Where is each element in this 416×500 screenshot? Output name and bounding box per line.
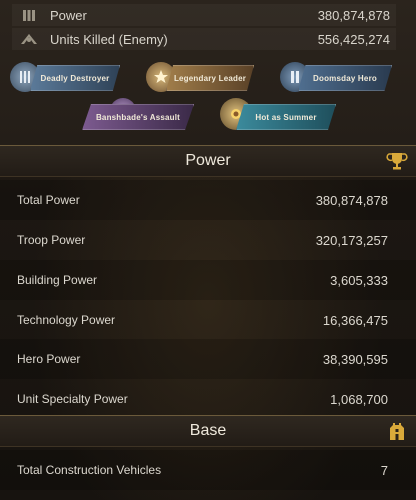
- row-value: 3,605,333: [330, 272, 388, 288]
- power-bars-icon: [18, 6, 40, 24]
- section-title: Power: [185, 152, 231, 169]
- stat-value: 556,425,274: [317, 31, 390, 47]
- power-row-hero: Hero Power 38,390,595: [0, 339, 416, 379]
- badge-deadly-destroyer[interactable]: Deadly Destroyer: [30, 65, 120, 91]
- power-row-troop: Troop Power 320,173,257: [0, 220, 416, 260]
- row-value: 38,390,595: [322, 351, 388, 367]
- stat-label: Power: [50, 7, 87, 23]
- row-label: Technology Power: [17, 313, 116, 327]
- row-label: Total Power: [17, 193, 80, 207]
- power-row-building: Building Power 3,605,333: [0, 260, 416, 300]
- badge-legendary-leader[interactable]: Legendary Leader: [166, 65, 254, 91]
- stat-row-power: Power 380,874,878: [12, 4, 396, 26]
- power-section-header: Power: [0, 145, 416, 177]
- row-value: 1,068,700: [330, 391, 388, 407]
- power-row-unit-specialty: Unit Specialty Power 1,068,700: [0, 379, 416, 419]
- base-icon[interactable]: [386, 420, 408, 442]
- row-label: Unit Specialty Power: [17, 392, 128, 406]
- row-value: 320,173,257: [315, 232, 388, 248]
- section-title: Base: [189, 422, 227, 439]
- stat-value: 380,874,878: [317, 7, 390, 23]
- stat-label: Units Killed (Enemy): [50, 31, 168, 47]
- kills-icon: [18, 30, 40, 48]
- badge-banshbades-assault[interactable]: Banshbade's Assault: [82, 104, 194, 130]
- row-label: Building Power: [17, 273, 98, 287]
- summary-panel: Power 380,874,878 Units Killed (Enemy) 5…: [0, 0, 416, 147]
- row-value: 380,874,878: [315, 192, 388, 208]
- stat-row-units-killed: Units Killed (Enemy) 556,425,274: [12, 28, 396, 50]
- badge-doomsday-hero[interactable]: Doomsday Hero: [298, 65, 392, 91]
- row-value: 16,366,475: [322, 312, 388, 328]
- power-row-technology: Technology Power 16,366,475: [0, 300, 416, 340]
- badge-hot-as-summer[interactable]: Hot as Summer: [236, 104, 336, 130]
- base-section-header: Base: [0, 415, 416, 447]
- row-label: Hero Power: [17, 352, 81, 366]
- row-label: Total Construction Vehicles: [17, 463, 162, 477]
- row-value: 7: [380, 462, 388, 478]
- row-label: Troop Power: [17, 233, 86, 247]
- power-row-total: Total Power 380,874,878: [0, 180, 416, 220]
- trophy-icon[interactable]: [386, 150, 408, 172]
- base-row-construction-vehicles: Total Construction Vehicles 7: [0, 450, 416, 490]
